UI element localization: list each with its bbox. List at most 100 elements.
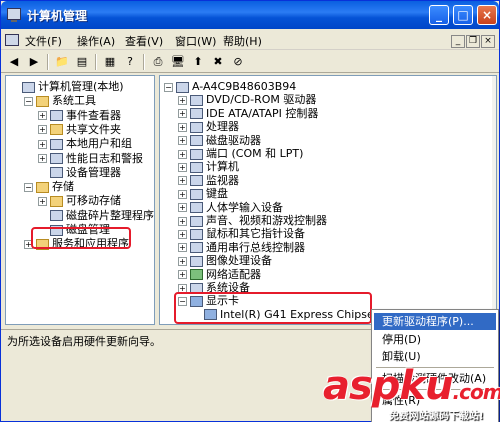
defrag-icon bbox=[50, 210, 63, 222]
menu-file[interactable]: 文件(F) bbox=[25, 33, 62, 49]
device-tree-item[interactable]: + 计算机 bbox=[178, 160, 239, 174]
computer-icon bbox=[176, 81, 189, 93]
menu-view[interactable]: 查看(V) bbox=[125, 33, 163, 49]
device-tree-item[interactable]: + 网络适配器 bbox=[178, 268, 261, 282]
expand-icon[interactable]: + bbox=[178, 270, 187, 280]
expand-icon[interactable]: + bbox=[38, 154, 47, 163]
vertical-scrollbar[interactable] bbox=[492, 76, 496, 324]
console-tree-label: 性能日志和警报 bbox=[66, 151, 143, 165]
device-tree-item[interactable]: + 键盘 bbox=[178, 187, 228, 201]
tools-icon bbox=[36, 95, 49, 107]
device-tree-item[interactable]: − A-A4C9B48603B94 bbox=[164, 80, 296, 94]
console-tree-pane[interactable]: 计算机管理(本地) − 系统工具 + 事件查看器 + 共享文件夹 + 本地用户和组 + 性能日志和警… bbox=[5, 75, 155, 325]
expand-icon[interactable]: + bbox=[178, 176, 187, 186]
up-folder-icon[interactable]: 📁 bbox=[53, 53, 71, 71]
toolbar-separator bbox=[143, 54, 145, 70]
storage-icon bbox=[36, 181, 49, 193]
update-driver-icon[interactable]: ⬆ bbox=[189, 53, 207, 71]
console-tree-item[interactable]: + 共享文件夹 bbox=[38, 123, 121, 137]
device-tree-item[interactable]: + 端口 (COM 和 LPT) bbox=[178, 147, 303, 161]
maximize-button[interactable]: □ bbox=[453, 5, 473, 25]
console-tree-item[interactable]: + 事件查看器 bbox=[38, 109, 121, 123]
computer-icon bbox=[190, 161, 203, 173]
mdi-system-menu-icon[interactable] bbox=[5, 34, 19, 46]
imaging-icon bbox=[190, 255, 203, 267]
expand-icon[interactable]: + bbox=[178, 189, 187, 199]
device-tree-item[interactable]: + 声音、视频和游戏控制器 bbox=[178, 214, 327, 228]
keyboard-icon bbox=[190, 188, 203, 200]
expand-icon[interactable]: + bbox=[178, 162, 187, 172]
port-icon bbox=[190, 148, 203, 160]
expand-icon[interactable]: + bbox=[178, 243, 187, 253]
console-tree-item[interactable]: 磁盘碎片整理程序 bbox=[38, 209, 154, 223]
device-tree-item[interactable]: + 人体学输入设备 bbox=[178, 201, 283, 215]
collapse-icon[interactable]: − bbox=[24, 96, 33, 106]
shared-folder-icon bbox=[50, 124, 63, 136]
usb-icon bbox=[190, 242, 203, 254]
console-tree-item[interactable]: + 可移动存储 bbox=[38, 194, 121, 208]
console-tree-item[interactable]: 设备管理器 bbox=[38, 166, 121, 180]
collapse-icon[interactable]: − bbox=[24, 182, 33, 192]
minimize-button[interactable]: _ bbox=[429, 5, 449, 25]
expand-icon[interactable]: + bbox=[38, 139, 47, 149]
title-bar[interactable]: 计算机管理 _ □ × bbox=[1, 1, 499, 29]
collapse-icon[interactable]: − bbox=[164, 82, 173, 92]
show-hide-tree-icon[interactable]: ▤ bbox=[73, 53, 91, 71]
expand-icon[interactable]: + bbox=[178, 109, 187, 119]
event-viewer-icon bbox=[50, 110, 63, 122]
expand-icon[interactable]: + bbox=[178, 229, 187, 239]
context-disable[interactable]: 停用(D) bbox=[374, 331, 496, 348]
device-tree-label: 磁盘驱动器 bbox=[206, 133, 261, 147]
expand-icon[interactable]: + bbox=[38, 196, 47, 206]
users-icon bbox=[50, 138, 63, 150]
mdi-close-button[interactable]: × bbox=[481, 35, 495, 48]
device-tree-item[interactable]: + 监视器 bbox=[178, 174, 239, 188]
device-tree-item[interactable]: + 鼠标和其它指针设备 bbox=[178, 227, 305, 241]
device-tree-pane[interactable]: − A-A4C9B48603B94 + DVD/CD-ROM 驱动器 + IDE ATA/… bbox=[159, 75, 497, 325]
properties-icon[interactable]: ▦ bbox=[101, 53, 119, 71]
scan-hardware-icon[interactable]: 🖥 bbox=[169, 53, 187, 71]
disable-icon[interactable]: ⊘ bbox=[229, 53, 247, 71]
mdi-minimize-button[interactable]: _ bbox=[451, 35, 465, 48]
mdi-restore-button[interactable]: ❐ bbox=[466, 35, 480, 48]
menu-action[interactable]: 操作(A) bbox=[77, 33, 115, 49]
device-tree-item[interactable]: + 处理器 bbox=[178, 120, 239, 134]
expand-icon[interactable]: + bbox=[178, 136, 187, 146]
menu-window[interactable]: 窗口(W) bbox=[175, 33, 216, 49]
forward-icon[interactable]: ▶ bbox=[25, 53, 43, 71]
console-tree-label: 系统工具 bbox=[52, 94, 96, 108]
console-tree-item[interactable]: − 系统工具 bbox=[24, 94, 96, 108]
expand-icon[interactable]: + bbox=[38, 111, 47, 121]
device-tree-label: 计算机 bbox=[206, 160, 239, 174]
mouse-icon bbox=[190, 228, 203, 240]
device-tree-label: 声音、视频和游戏控制器 bbox=[206, 214, 327, 227]
expand-icon[interactable]: + bbox=[178, 122, 187, 132]
device-tree-item[interactable]: + DVD/CD-ROM 驱动器 bbox=[178, 93, 316, 107]
toolbar-separator bbox=[95, 54, 97, 70]
device-tree-item[interactable]: + 磁盘驱动器 bbox=[178, 134, 261, 148]
back-icon[interactable]: ◀ bbox=[5, 53, 23, 71]
print-icon[interactable]: ⎙ bbox=[149, 53, 167, 71]
expand-icon[interactable]: + bbox=[178, 95, 187, 105]
console-tree-label: 设备管理器 bbox=[66, 165, 121, 179]
uninstall-icon[interactable]: ✖ bbox=[209, 53, 227, 71]
console-tree-item[interactable]: + 性能日志和警报 bbox=[38, 152, 143, 166]
close-button[interactable]: × bbox=[477, 5, 497, 25]
device-tree-item[interactable]: + 图像处理设备 bbox=[178, 254, 272, 268]
help-icon[interactable]: ? bbox=[121, 53, 139, 71]
device-tree-item[interactable]: + 通用串行总线控制器 bbox=[178, 241, 305, 255]
expand-icon[interactable]: + bbox=[178, 149, 187, 159]
console-tree-item[interactable]: − 存储 bbox=[24, 180, 74, 194]
console-tree-item[interactable]: 计算机管理(本地) bbox=[10, 80, 124, 94]
expand-icon[interactable]: + bbox=[38, 125, 47, 135]
expand-icon[interactable]: + bbox=[178, 256, 187, 266]
context-update-driver[interactable]: 更新驱动程序(P)... bbox=[374, 313, 496, 330]
highlight-device-manager bbox=[31, 227, 131, 249]
console-tree-label: 计算机管理(本地) bbox=[38, 80, 124, 93]
device-tree-item[interactable]: + IDE ATA/ATAPI 控制器 bbox=[178, 107, 318, 121]
expand-icon[interactable]: + bbox=[178, 283, 187, 293]
expand-icon[interactable]: + bbox=[178, 216, 187, 226]
expand-icon[interactable]: + bbox=[178, 203, 187, 213]
console-tree-item[interactable]: + 本地用户和组 bbox=[38, 137, 132, 151]
menu-help[interactable]: 帮助(H) bbox=[223, 33, 262, 49]
